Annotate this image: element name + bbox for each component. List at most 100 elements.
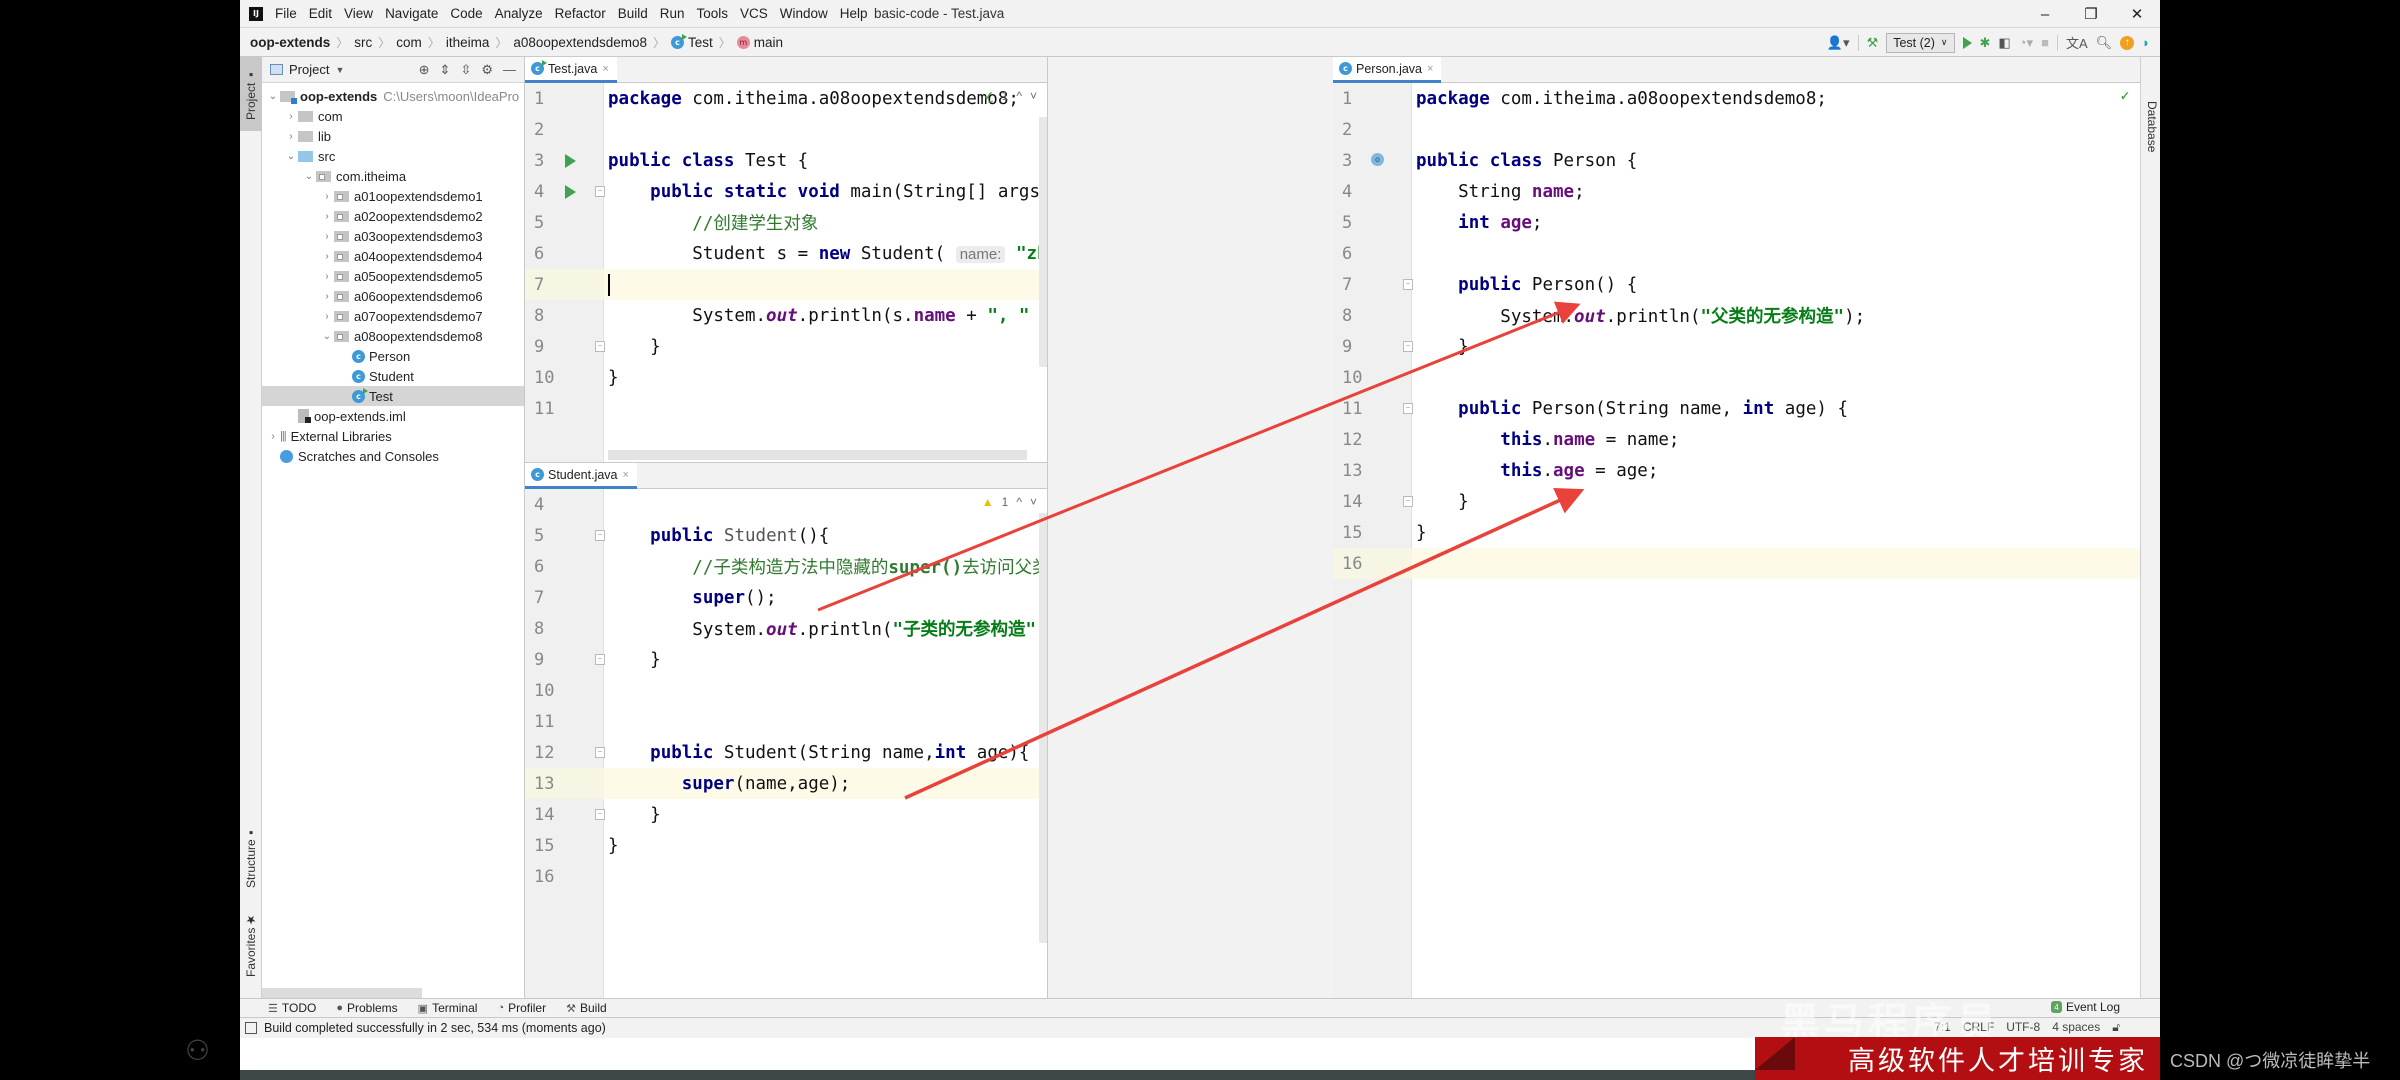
code-line[interactable]: 12 − public Student(String name,int age){ <box>525 737 1047 768</box>
tree-item[interactable]: ⌄ oop-extends C:\Users\moon\IdeaPro <box>262 86 524 106</box>
fold-marker-icon[interactable]: − <box>595 654 605 665</box>
tree-item[interactable]: c Person <box>262 346 524 366</box>
tree-item[interactable]: ⌄ a08oopextendsdemo8 <box>262 326 524 346</box>
code-line[interactable]: 11 − public Person(String name, int age) … <box>1333 393 2140 424</box>
code-line[interactable]: 12 this.name = name; <box>1333 424 2140 455</box>
menu-analyze[interactable]: Analyze <box>495 6 543 21</box>
code-line[interactable]: 9 − } <box>1333 331 2140 362</box>
tree-item[interactable]: › com <box>262 106 524 126</box>
chevron-right-icon[interactable]: › <box>284 111 298 122</box>
code-line[interactable]: 3 public class Test { <box>525 145 1047 176</box>
code-line[interactable]: 10 <box>1333 362 2140 393</box>
menu-edit[interactable]: Edit <box>309 6 332 21</box>
code-line[interactable]: 16 <box>1333 548 2140 579</box>
database-tool-tab[interactable]: Database <box>2141 87 2160 167</box>
close-tab-icon[interactable]: × <box>1427 63 1433 75</box>
code-line[interactable]: 15} <box>1333 517 2140 548</box>
menu-file[interactable]: File <box>275 6 297 21</box>
tree-item[interactable]: › a04oopextendsdemo4 <box>262 246 524 266</box>
code-line[interactable]: 13 super(name,age); <box>525 768 1047 799</box>
chevron-down-icon[interactable]: ▼ <box>335 65 344 75</box>
fold-marker-icon[interactable]: − <box>595 530 605 541</box>
code-line[interactable]: 7 <box>525 269 1047 300</box>
chevron-right-icon[interactable]: › <box>320 251 334 262</box>
tool-window-todo[interactable]: ☰ TODO <box>268 1001 316 1015</box>
chevron-right-icon[interactable]: › <box>320 291 334 302</box>
collapse-all-icon[interactable]: ⇳ <box>460 62 471 78</box>
run-gutter-icon[interactable] <box>565 154 576 168</box>
code-line[interactable]: 1 package com.itheima.a08oopextendsdemo8; <box>1333 83 2140 114</box>
tree-item[interactable]: oop-extends.iml <box>262 406 524 426</box>
horizontal-scrollbar[interactable] <box>608 450 1027 460</box>
code-line[interactable]: 8 System.out.println(s.name + ", " + s.a… <box>525 300 1047 331</box>
build-hammer-icon[interactable]: ⚒ <box>1867 35 1879 51</box>
structure-tool-tab[interactable]: Structure ▪ <box>240 817 262 897</box>
fold-marker-icon[interactable]: − <box>595 809 605 820</box>
editor-test-java[interactable]: c Test.java × 1 package com.itheima.a08oo… <box>525 57 1048 462</box>
chevron-right-icon[interactable]: › <box>266 431 280 442</box>
fold-marker-icon[interactable]: − <box>595 747 605 758</box>
menu-tools[interactable]: Tools <box>697 6 729 21</box>
chevron-right-icon[interactable]: › <box>320 231 334 242</box>
fold-marker-icon[interactable]: − <box>1403 403 1413 414</box>
code-line[interactable]: 6 //子类构造方法中隐藏的super()去访问父类的无参构造 <box>525 551 1047 582</box>
tree-item[interactable]: › a01oopextendsdemo1 <box>262 186 524 206</box>
fold-marker-icon[interactable]: − <box>1403 496 1413 507</box>
breadcrumb-item[interactable]: c Test <box>671 33 713 50</box>
favorites-tool-tab[interactable]: Favorites ★ <box>240 905 262 985</box>
event-log-button[interactable]: 4 Event Log <box>2050 1000 2120 1014</box>
project-tool-tab[interactable]: Project ▪ <box>240 57 262 131</box>
breadcrumb-item[interactable]: itheima <box>446 35 490 50</box>
breadcrumb-item[interactable]: src <box>354 35 372 50</box>
code-line[interactable]: 2 <box>1333 114 2140 145</box>
tool-window-build[interactable]: ⚒ Build <box>566 1001 607 1015</box>
code-line[interactable]: 16 <box>525 861 1047 892</box>
fold-marker-icon[interactable]: − <box>1403 279 1413 290</box>
chevron-down-icon[interactable]: ⌄ <box>284 151 298 162</box>
code-line[interactable]: 3 o public class Person { <box>1333 145 2140 176</box>
code-line[interactable]: 9 − } <box>525 331 1047 362</box>
run-gutter-icon[interactable] <box>565 185 576 199</box>
hide-panel-icon[interactable]: — <box>503 62 516 78</box>
breadcrumb-item[interactable]: a08oopextendsdemo8 <box>513 35 647 50</box>
indent-setting[interactable]: 4 spaces <box>2052 1020 2100 1035</box>
fold-marker-icon[interactable]: − <box>1403 341 1413 352</box>
user-icon[interactable]: 👤▾ <box>1827 35 1850 51</box>
restore-button[interactable]: ❐ <box>2068 0 2114 28</box>
tab-person-java[interactable]: c Person.java × <box>1333 57 1442 83</box>
editor-student-java[interactable]: c Student.java × 4 5 − public Student(){6 … <box>525 462 1048 998</box>
menu-run[interactable]: Run <box>660 6 685 21</box>
tool-windows-toggle-icon[interactable] <box>245 1022 257 1034</box>
close-tab-icon[interactable]: × <box>602 63 608 75</box>
code-line[interactable]: 11 <box>525 393 1047 424</box>
lock-icon[interactable]: 🔓︎ <box>2112 1020 2120 1035</box>
vertical-scrollbar[interactable] <box>1039 513 1047 943</box>
breadcrumb-item[interactable]: m main <box>736 35 783 50</box>
menu-code[interactable]: Code <box>450 6 482 21</box>
code-line[interactable]: 5 //创建学生对象 <box>525 207 1047 238</box>
close-window-button[interactable]: ✕ <box>2114 0 2160 28</box>
tree-item[interactable]: › a07oopextendsdemo7 <box>262 306 524 326</box>
stop-icon[interactable]: ■ <box>2041 35 2049 50</box>
code-line[interactable]: 1 package com.itheima.a08oopextendsdemo8; <box>525 83 1047 114</box>
run-icon[interactable] <box>1962 36 1972 49</box>
tool-window-terminal[interactable]: ▣ Terminal <box>418 1001 478 1015</box>
translate-icon[interactable]: 文A <box>2066 33 2088 52</box>
code-line[interactable]: 14 − } <box>525 799 1047 830</box>
inspection-widget[interactable]: ✓̰ 1 ^ ˅ <box>984 89 1037 103</box>
vertical-scrollbar[interactable] <box>1039 117 1047 367</box>
code-line[interactable]: 5 int age; <box>1333 207 2140 238</box>
tree-item[interactable]: › ||| External Libraries <box>262 426 524 446</box>
tool-window-problems[interactable]: ● Problems <box>336 1001 397 1015</box>
editor-person-java[interactable]: c Person.java × 1 package com.itheima.a08… <box>1333 57 2140 998</box>
code-line[interactable]: 5 − public Student(){ <box>525 520 1047 551</box>
menu-vcs[interactable]: VCS <box>740 6 768 21</box>
code-line[interactable]: 4 <box>525 489 1047 520</box>
tab-test-java[interactable]: c Test.java × <box>525 57 617 83</box>
file-encoding[interactable]: UTF-8 <box>2006 1020 2040 1035</box>
tree-item[interactable]: ⌄ com.itheima <box>262 166 524 186</box>
tree-item[interactable]: › lib <box>262 126 524 146</box>
tree-item[interactable]: Scratches and Consoles <box>262 446 524 466</box>
locate-icon[interactable]: ⊕ <box>419 62 430 78</box>
fold-marker-icon[interactable]: − <box>595 341 605 352</box>
